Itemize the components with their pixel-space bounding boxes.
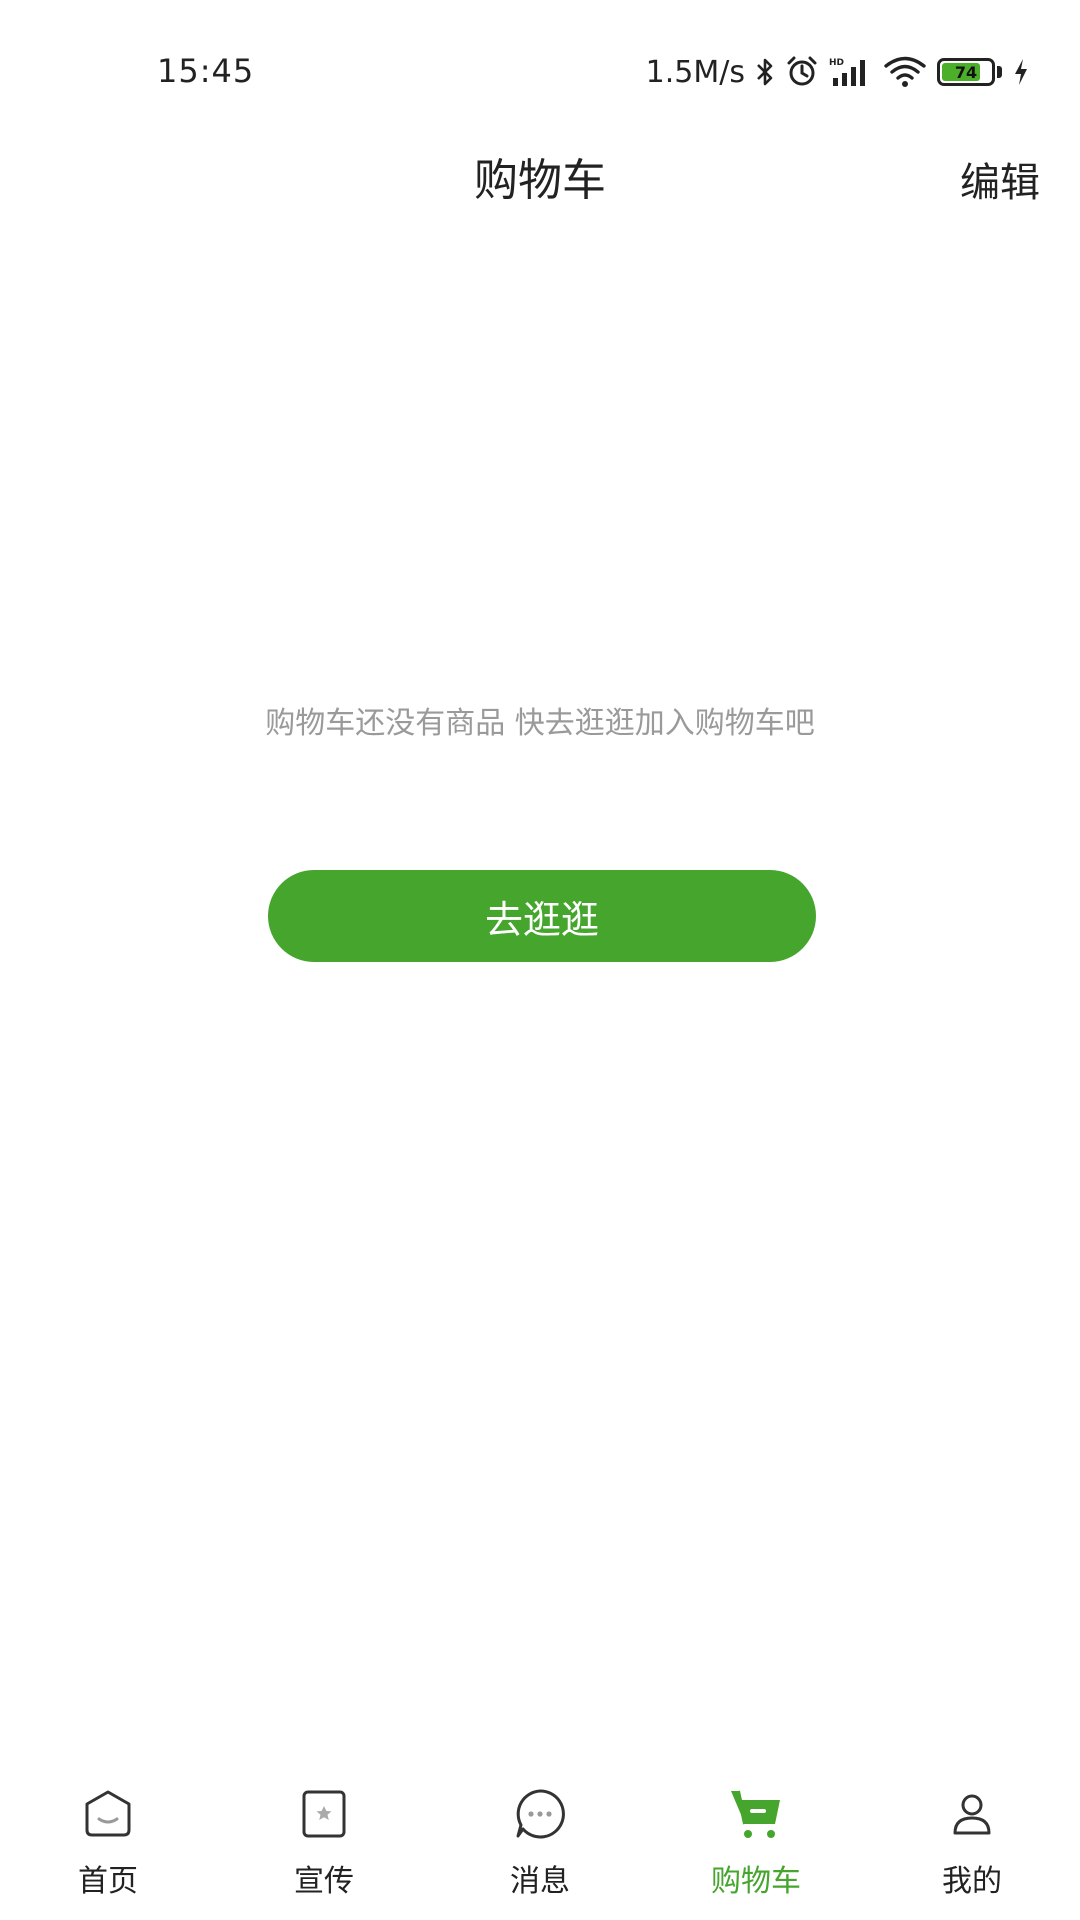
battery-level: 74: [954, 62, 978, 82]
nav-label-cart: 购物车: [711, 1864, 801, 1899]
cart-icon: [728, 1786, 784, 1842]
nav-label-promo: 宣传: [294, 1864, 354, 1899]
bottom-nav: 首页 宣传 消息 购物车 我的: [0, 1770, 1080, 1920]
svg-text:HD: HD: [829, 58, 844, 68]
nav-label-messages: 消息: [510, 1864, 570, 1899]
cart-screen: 15:45 1.5M/s HD 74 购物车 编辑 购物车还没有商品 快去逛逛加…: [0, 0, 1080, 1920]
nav-item-profile[interactable]: 我的: [864, 1770, 1080, 1920]
status-bar: 15:45 1.5M/s HD 74: [0, 0, 1080, 120]
network-speed: 1.5M/s: [645, 54, 745, 90]
page-title: 购物车: [474, 155, 606, 206]
profile-icon: [944, 1786, 1000, 1842]
nav-label-profile: 我的: [942, 1864, 1002, 1899]
empty-cart-message: 购物车还没有商品 快去逛逛加入购物车吧: [265, 706, 815, 741]
status-icons: 1.5M/s HD 74: [646, 50, 1030, 94]
bluetooth-icon: [755, 56, 775, 88]
wifi-icon: [883, 55, 927, 89]
nav-item-cart[interactable]: 购物车: [648, 1770, 864, 1920]
alarm-icon: [785, 55, 819, 89]
message-icon: [512, 1786, 568, 1842]
edit-button[interactable]: 编辑: [960, 150, 1040, 208]
battery-icon: 74: [937, 58, 1002, 86]
hd-signal-icon: HD: [829, 56, 873, 88]
nav-item-home[interactable]: 首页: [0, 1770, 216, 1920]
promo-icon: [296, 1786, 352, 1842]
nav-item-messages[interactable]: 消息: [432, 1770, 648, 1920]
home-icon: [80, 1786, 136, 1842]
nav-item-promo[interactable]: 宣传: [216, 1770, 432, 1920]
charging-icon: [1012, 57, 1030, 87]
header: 购物车 编辑: [0, 140, 1080, 210]
nav-label-home: 首页: [78, 1864, 138, 1899]
status-time: 15:45: [157, 52, 255, 90]
go-shopping-button[interactable]: 去逛逛: [268, 870, 816, 962]
